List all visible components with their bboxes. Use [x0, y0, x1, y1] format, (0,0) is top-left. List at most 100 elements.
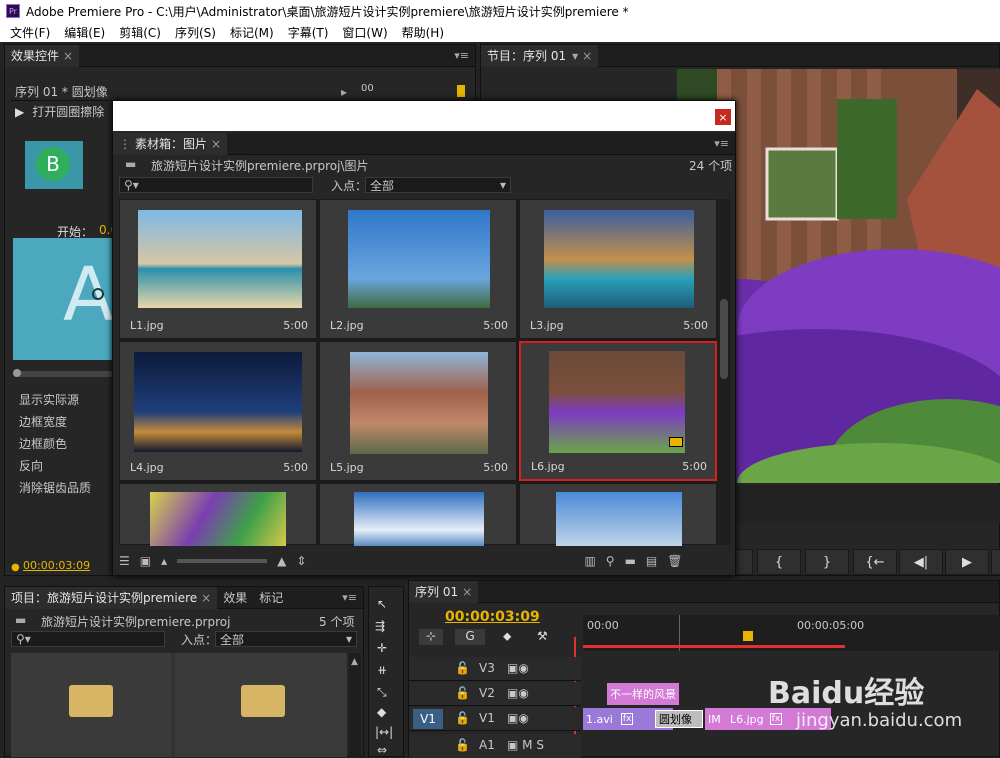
project-scrollbar[interactable]: ▲	[349, 653, 361, 757]
rate-stretch-icon[interactable]: ⤡	[377, 685, 387, 700]
project-folder-2[interactable]	[175, 653, 347, 757]
film-sync-icon[interactable]: ▣◉	[507, 661, 529, 675]
close-icon[interactable]: ×	[63, 49, 73, 63]
bin-window-titlebar: ×	[113, 101, 735, 131]
new-item-icon[interactable]: ▤	[646, 554, 657, 568]
icon-view-icon[interactable]: ▣	[140, 554, 151, 568]
zoom-small-icon[interactable]: ▴	[161, 554, 167, 568]
sort-icon[interactable]: ⇕	[296, 554, 306, 568]
linked-selection-icon[interactable]: G	[455, 629, 485, 645]
tab-markers[interactable]: 标记	[253, 587, 289, 609]
menu-clip[interactable]: 剪辑(C)	[119, 24, 161, 41]
menu-sequence[interactable]: 序列(S)	[175, 24, 216, 41]
go-to-in-button[interactable]: {←	[853, 549, 897, 575]
step-forward-button[interactable]	[991, 549, 1000, 575]
time-ruler[interactable]: 00:00 00:00:05:00	[583, 615, 1000, 651]
bin-item-l3[interactable]: L3.jpg 5:00	[519, 199, 717, 339]
find-icon[interactable]: ⚲	[606, 554, 615, 568]
dropdown-icon[interactable]: ▾	[572, 49, 578, 63]
mark-out-button[interactable]: }	[805, 549, 849, 575]
snap-icon[interactable]: ⊹	[419, 629, 443, 645]
wrench-icon[interactable]: ⚒	[537, 629, 548, 643]
slip-tool-icon[interactable]: |↔|	[375, 725, 393, 739]
scroll-up-icon[interactable]: ▲	[351, 657, 358, 667]
bin-scrollbar[interactable]	[717, 199, 731, 545]
tab-effects[interactable]: 效果	[217, 587, 253, 609]
tab-program[interactable]: 节目：序列 01 ▾ ×	[481, 44, 599, 67]
new-bin-icon[interactable]: ▬	[625, 554, 636, 568]
center-point-handle[interactable]	[92, 288, 104, 300]
effect-timecode[interactable]: 00:00:03:09	[23, 559, 90, 572]
scrollbar-thumb[interactable]	[720, 299, 728, 379]
ripple-edit-icon[interactable]: ✛	[377, 641, 387, 655]
bin-item-partial-2[interactable]	[319, 483, 517, 546]
track-a1-header: 🔓 A1 ▣ M S	[409, 734, 581, 758]
mark-in-button[interactable]: {	[757, 549, 801, 575]
menu-help[interactable]: 帮助(H)	[402, 24, 444, 41]
lock-icon[interactable]: 🔓	[455, 711, 470, 725]
selection-tool-icon[interactable]: ↖	[377, 597, 387, 611]
rolling-edit-icon[interactable]: ⧺	[377, 663, 387, 677]
expand-triangle-icon[interactable]: ▶	[15, 105, 24, 119]
panel-menu-icon[interactable]: ▾≡	[454, 49, 469, 62]
clip-v2-title[interactable]: 不一样的风景	[607, 683, 679, 705]
close-icon[interactable]: ×	[462, 585, 472, 599]
close-icon[interactable]: ×	[582, 49, 592, 63]
menu-marker[interactable]: 标记(M)	[230, 24, 274, 41]
bin-search-input[interactable]: ⚲▾	[119, 177, 313, 193]
bin-item-l2[interactable]: L2.jpg 5:00	[319, 199, 517, 339]
slide-tool-icon[interactable]: ⇔	[377, 743, 387, 757]
menu-window[interactable]: 窗口(W)	[342, 24, 387, 41]
playhead-handle[interactable]	[743, 631, 753, 641]
in-point-select[interactable]: 全部 ▾	[365, 177, 511, 193]
window-close-button[interactable]: ×	[715, 109, 731, 125]
list-view-icon[interactable]: ☰	[119, 554, 130, 568]
panel-menu-icon[interactable]: ▾≡	[342, 591, 357, 604]
lock-icon[interactable]: 🔓	[455, 661, 470, 675]
bin-item-l4[interactable]: L4.jpg 5:00	[119, 341, 317, 481]
panel-menu-icon[interactable]: ▾≡	[714, 137, 729, 150]
bin-item-l5[interactable]: L5.jpg 5:00	[319, 341, 517, 481]
lock-icon[interactable]: 🔓	[455, 738, 470, 752]
source-patch-v1[interactable]: V1	[413, 709, 443, 729]
thumbnail-size-slider[interactable]	[177, 559, 268, 563]
project-in-point-select[interactable]: 全部 ▾	[215, 631, 357, 647]
bin-item-partial-1[interactable]	[119, 483, 317, 546]
audio-ms-icon[interactable]: ▣ M S	[507, 738, 544, 752]
film-sync-icon[interactable]: ▣◉	[507, 711, 529, 725]
slider-knob[interactable]	[13, 369, 21, 377]
project-folder-1[interactable]	[11, 653, 171, 757]
playhead-marker[interactable]	[457, 85, 465, 97]
automate-sequence-icon[interactable]: ▥	[584, 554, 595, 568]
project-search-input[interactable]: ⚲▾	[11, 631, 165, 647]
lock-icon[interactable]: 🔓	[455, 686, 470, 700]
zoom-large-icon[interactable]: ▲	[277, 554, 286, 568]
close-icon[interactable]: ×	[211, 137, 221, 151]
tab-effect-controls[interactable]: 效果控件 ×	[5, 44, 80, 67]
clip-im[interactable]: IM	[705, 708, 727, 730]
preview-slider[interactable]	[13, 369, 113, 377]
tab-sequence[interactable]: 序列 01 ×	[409, 580, 479, 603]
effect-row[interactable]: ▶ 打开圆圈擦除	[15, 103, 104, 120]
tab-project[interactable]: 项目：旅游短片设计实例premiere ×	[5, 586, 218, 609]
tab-bin-pictures[interactable]: ⋮ 素材箱：图片 ×	[113, 132, 228, 155]
menu-title[interactable]: 字幕(T)	[288, 24, 329, 41]
add-marker-icon[interactable]: ⬥	[503, 629, 511, 644]
play-button[interactable]: ▶	[945, 549, 989, 575]
work-area-bar[interactable]	[583, 645, 845, 648]
film-sync-icon[interactable]: ▣◉	[507, 686, 529, 700]
transition-circle-wipe[interactable]: 圆划像	[655, 710, 703, 728]
bin-path: 旅游短片设计实例premiere.prproj\图片	[151, 159, 369, 173]
bin-item-l6[interactable]: L6.jpg 5:00	[519, 341, 717, 481]
bin-item-l1[interactable]: L1.jpg 5:00	[119, 199, 317, 339]
play-triangle-icon[interactable]: ▸	[341, 85, 347, 99]
close-icon[interactable]: ×	[201, 591, 211, 605]
menu-edit[interactable]: 编辑(E)	[64, 24, 105, 41]
step-back-button[interactable]: ◀|	[899, 549, 943, 575]
menu-file[interactable]: 文件(F)	[10, 24, 50, 41]
trash-icon[interactable]: 🗑	[667, 554, 682, 568]
timeline-timecode[interactable]: 00:00:03:09	[445, 609, 540, 625]
bin-item-partial-3[interactable]	[519, 483, 717, 546]
track-select-icon[interactable]: ⇶	[375, 619, 385, 633]
razor-icon[interactable]: ◆	[377, 705, 386, 719]
